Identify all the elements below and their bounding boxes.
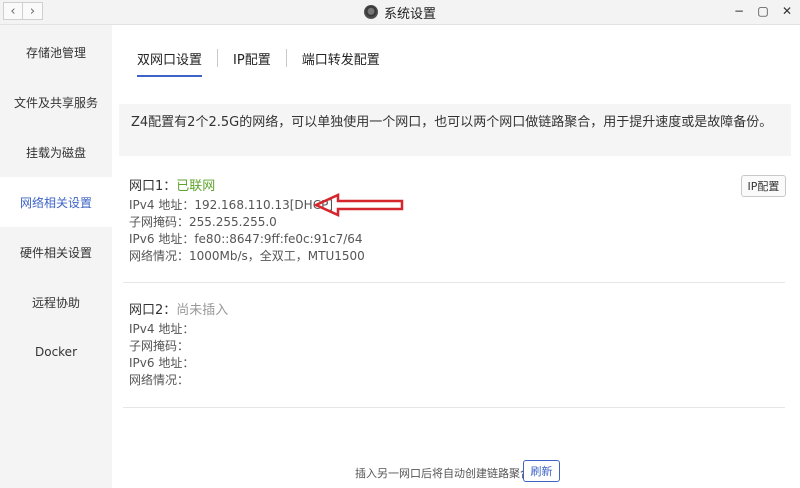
section-divider bbox=[123, 282, 785, 283]
ip-config-button[interactable]: IP配置 bbox=[741, 175, 786, 197]
sidebar-item-storage-pool[interactable]: 存储池管理 bbox=[0, 27, 112, 77]
port1-label: 网口1： bbox=[129, 179, 177, 194]
tab-dual-port[interactable]: 双网口设置 bbox=[137, 49, 203, 77]
settings-app-icon bbox=[363, 5, 378, 19]
sidebar-item-file-sharing[interactable]: 文件及共享服务 bbox=[0, 77, 112, 127]
close-button[interactable]: ✕ bbox=[780, 3, 794, 19]
port2-subnet-mask: 子网掩码： bbox=[129, 339, 190, 353]
minimize-button[interactable]: − bbox=[732, 3, 746, 19]
port2-status: 尚未插入 bbox=[176, 303, 229, 318]
port1-status: 已联网 bbox=[176, 179, 216, 194]
sidebar: 存储池管理 文件及共享服务 挂载为磁盘 网络相关设置 硬件相关设置 远程协助 D… bbox=[0, 25, 112, 488]
window-title: 系统设置 bbox=[0, 0, 800, 24]
sidebar-item-docker[interactable]: Docker bbox=[0, 327, 112, 377]
sidebar-item-network[interactable]: 网络相关设置 bbox=[0, 177, 112, 227]
footer-hint: 插入另一网口后将自动创建链路聚合 bbox=[355, 467, 531, 480]
port1-network-status: 网络情况：1000Mb/s，全双工，MTU1500 bbox=[129, 249, 365, 263]
port2-section: 网口2：尚未插入 IPv4 地址： 子网掩码： IPv6 地址： 网络情况： bbox=[129, 299, 228, 389]
window-title-text: 系统设置 bbox=[383, 6, 436, 22]
tab-divider bbox=[285, 49, 287, 67]
port1-header: 网口1：已联网 bbox=[129, 175, 365, 194]
refresh-button[interactable]: 刷新 bbox=[523, 460, 560, 482]
port2-label: 网口2： bbox=[129, 303, 177, 318]
maximize-button[interactable]: ▢ bbox=[756, 3, 770, 19]
sidebar-item-hardware[interactable]: 硬件相关设置 bbox=[0, 227, 112, 277]
sidebar-item-remote-assist[interactable]: 远程协助 bbox=[0, 277, 112, 327]
section-divider bbox=[123, 407, 785, 408]
tab-ip-config[interactable]: IP配置 bbox=[233, 49, 271, 74]
tab-port-forwarding[interactable]: 端口转发配置 bbox=[302, 49, 380, 74]
port2-network-status: 网络情况： bbox=[129, 373, 190, 387]
port2-ipv4: IPv4 地址： bbox=[129, 322, 195, 336]
annotation-arrow-icon bbox=[314, 193, 404, 217]
sidebar-item-mount-disk[interactable]: 挂载为磁盘 bbox=[0, 127, 112, 177]
tab-divider bbox=[217, 49, 219, 67]
tab-bar: 双网口设置 IP配置 端口转发配置 bbox=[137, 49, 380, 77]
port2-ipv6: IPv6 地址： bbox=[129, 356, 195, 370]
port1-section: 网口1：已联网 IPv4 地址：192.168.110.13[DHCP] 子网掩… bbox=[129, 175, 365, 265]
port1-ipv6: IPv6 地址：fe80::8647:9ff:fe0c:91c7/64 bbox=[129, 232, 363, 246]
port2-header: 网口2：尚未插入 bbox=[129, 299, 228, 318]
window-controls: − ▢ ✕ bbox=[732, 3, 794, 19]
info-banner: Z4配置有2个2.5G的网络，可以单独使用一个网口，也可以两个网口做链路聚合，用… bbox=[119, 104, 791, 156]
title-bar: ‹ › 系统设置 − ▢ ✕ bbox=[0, 0, 800, 25]
